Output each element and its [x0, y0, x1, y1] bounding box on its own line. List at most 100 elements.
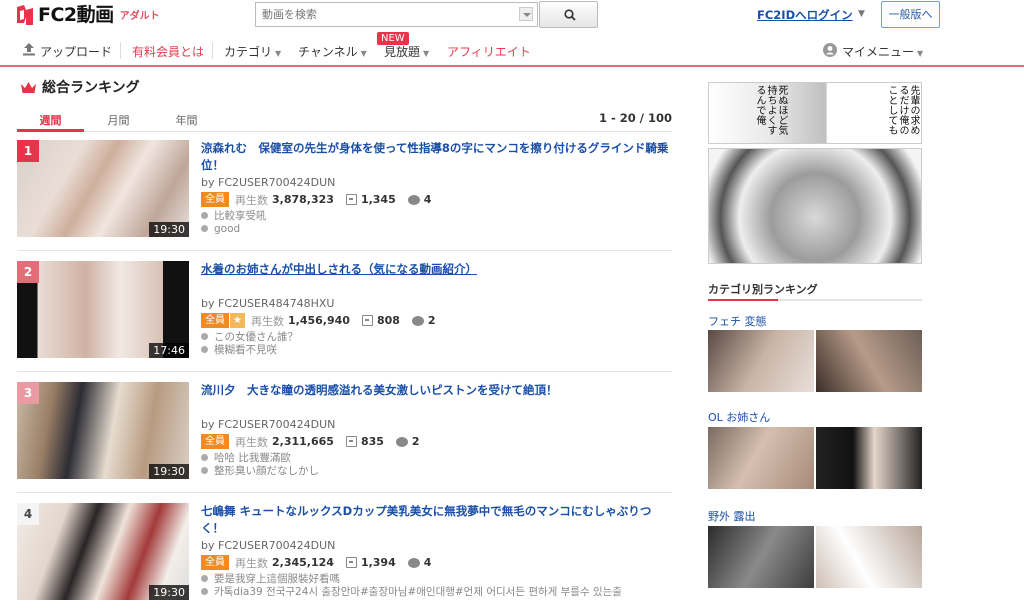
manga-speech-text: 先輩の求めるだけ俺のことしても: [886, 85, 919, 135]
nav-affiliate[interactable]: アフィリエイト: [447, 43, 531, 60]
comment-text: 哈哈 比我豐滿歐: [214, 452, 291, 464]
video-title-link[interactable]: 涼森れむ 保健室の先生が身体を使って性指導8の字にマンコを擦り付けるグラインド騎…: [201, 140, 671, 174]
video-thumbnail[interactable]: 1 19:30: [17, 140, 189, 237]
video-title-link[interactable]: 流川夕 大きな瞳の透明感溢れる美女激しいピストンを受けて絶頂！: [201, 382, 671, 399]
comment-item: 카톡dia39 전국구24시 출장안마#출장마님#애인대행#언제 어디서든 편하…: [201, 586, 671, 599]
search-button[interactable]: [539, 1, 598, 28]
nav-divider: [120, 42, 121, 59]
search-input[interactable]: [256, 3, 516, 26]
favorites-count: 1,394: [360, 556, 396, 569]
tab-yearly[interactable]: 年間: [153, 112, 220, 128]
favorites-count: 835: [360, 435, 384, 448]
fc2-logo-icon: [17, 5, 33, 25]
comment-text: 要是我穿上這個服裝好看嗎: [214, 573, 340, 585]
comment-item: 哈哈 比我豐滿歐: [201, 452, 671, 465]
video-title-link[interactable]: 水着のお姉さんが中出しされる（気になる動画紹介）: [201, 261, 671, 278]
nav-upload[interactable]: アップロード: [40, 43, 112, 60]
comments-count: 2: [427, 314, 436, 327]
video-info: 涼森れむ 保健室の先生が身体を使って性指導8の字にマンコを擦り付けるグラインド騎…: [201, 140, 671, 235]
audience-badge: 全員: [201, 192, 229, 207]
crown-icon: [21, 81, 36, 93]
manga-banner-bottom[interactable]: [708, 148, 922, 264]
comment-icon: [407, 194, 420, 205]
search-dropdown-toggle[interactable]: [519, 7, 533, 21]
comment-icon: [411, 315, 424, 326]
fc2-logo[interactable]: FC2動画 アダルト: [14, 3, 160, 27]
video-stats: 全員 ★ 再生数 1,456,940 808 2: [201, 313, 671, 328]
search-box: [255, 2, 538, 27]
video-stats: 全員 再生数 2,345,124 1,394 4: [201, 555, 671, 570]
rank-badge: 1: [17, 140, 39, 162]
chevron-down-icon: ▼: [275, 49, 282, 58]
category-thumbnail[interactable]: [816, 330, 922, 392]
video-info: 水着のお姉さんが中出しされる（気になる動画紹介） by FC2USER48474…: [201, 261, 671, 356]
comment-text: 模糊看不見咲: [214, 343, 277, 356]
views-label: 再生数: [251, 314, 284, 328]
category-link-fetish[interactable]: フェチ 変態: [708, 313, 767, 329]
rank-badge: 4: [17, 503, 39, 525]
logo-adult-label: アダルト: [119, 11, 160, 22]
video-uploader[interactable]: by FC2USER700424DUN: [201, 176, 671, 189]
comment-list: 比較享受吼 good: [201, 210, 671, 235]
comment-text: 比較享受吼: [214, 210, 267, 222]
comment-bullet-icon: [201, 345, 208, 353]
video-info: 流川夕 大きな瞳の透明感溢れる美女激しいピストンを受けて絶頂！ by FC2US…: [201, 382, 671, 477]
category-thumbnail[interactable]: [708, 330, 814, 392]
ranking-item: 2 17:46 水着のお姉さんが中出しされる（気になる動画紹介） by FC2U…: [17, 261, 672, 372]
comment-bullet-icon: [201, 212, 208, 219]
video-thumbnail[interactable]: 4 19:30: [17, 503, 189, 600]
nav-unlimited-label: 見放題: [384, 45, 421, 59]
video-uploader[interactable]: by FC2USER700424DUN: [201, 418, 671, 431]
comment-text: good: [214, 222, 241, 235]
tab-weekly[interactable]: 週間: [17, 112, 84, 128]
nav-my-menu[interactable]: マイメニュー ▼: [842, 43, 923, 60]
favorite-icon: [361, 315, 373, 326]
manga-speech-text: 死ぬほど気持ちよくするんで俺: [754, 85, 787, 135]
nav-paid-member[interactable]: 有料会員とは: [132, 43, 204, 60]
category-ranking-underline: [708, 299, 922, 301]
logo-text: FC2動画: [38, 4, 114, 26]
views-count: 3,878,323: [272, 193, 334, 206]
login-caret-icon[interactable]: ▼: [858, 9, 865, 19]
category-link-ol[interactable]: OL お姉さん: [708, 409, 770, 425]
nav-category-label: カテゴリ: [224, 45, 273, 59]
category-thumbnail[interactable]: [816, 526, 922, 588]
nav-category[interactable]: カテゴリ ▼: [224, 43, 281, 60]
video-duration: 19:30: [149, 464, 189, 479]
general-version-button[interactable]: 一般版へ: [881, 1, 940, 28]
nav-unlimited[interactable]: 見放題 ▼: [384, 43, 429, 60]
video-uploader[interactable]: by FC2USER484748HXU: [201, 297, 671, 310]
comment-item: 模糊看不見咲: [201, 344, 671, 357]
video-title-link[interactable]: 七嶋舞 キュートなルックスDカップ美乳美女に無我夢中で無毛のマンコにむしゃぶりつ…: [201, 503, 671, 537]
active-tab-indicator: [17, 129, 84, 132]
category-thumbnail[interactable]: [816, 427, 922, 489]
tab-monthly[interactable]: 月間: [85, 112, 152, 128]
comment-bullet-icon: [201, 224, 208, 232]
header: FC2動画 アダルト FC2IDへログイン ▼ 一般版へ: [0, 0, 1024, 34]
nav-channel[interactable]: チャンネル ▼: [298, 43, 367, 60]
manga-banner-top[interactable]: 先輩の求めるだけ俺のことしても 死ぬほど気持ちよくするんで俺: [708, 82, 922, 144]
views-count: 2,311,665: [272, 435, 334, 448]
rank-badge: 2: [17, 261, 39, 283]
category-thumbnail[interactable]: [708, 526, 814, 588]
video-stats: 全員 再生数 3,878,323 1,345 4: [201, 192, 671, 207]
comment-text: 整形臭い顔だなしかし: [214, 464, 319, 477]
rank-badge: 3: [17, 382, 39, 404]
views-count: 2,345,124: [272, 556, 334, 569]
favorite-icon: [345, 557, 357, 568]
comments-count: 2: [411, 435, 420, 448]
audience-badge: 全員: [201, 555, 229, 570]
nav-my-menu-label: マイメニュー: [842, 45, 915, 59]
video-stats: 全員 再生数 2,311,665 835 2: [201, 434, 671, 449]
category-thumbnail[interactable]: [708, 427, 814, 489]
page-range: 1 - 20 / 100: [599, 111, 672, 125]
login-link[interactable]: FC2IDへログイン: [757, 7, 853, 23]
search-icon: [564, 9, 576, 21]
ranking-item: 3 19:30 流川夕 大きな瞳の透明感溢れる美女激しいピストンを受けて絶頂！ …: [17, 382, 672, 493]
category-link-outdoor[interactable]: 野外 露出: [708, 508, 756, 524]
category-ranking-title: カテゴリ別ランキング: [708, 283, 818, 296]
comment-bullet-icon: [201, 333, 208, 340]
video-thumbnail[interactable]: 3 19:30: [17, 382, 189, 479]
video-thumbnail[interactable]: 2 17:46: [17, 261, 189, 358]
video-uploader[interactable]: by FC2USER700424DUN: [201, 539, 671, 552]
